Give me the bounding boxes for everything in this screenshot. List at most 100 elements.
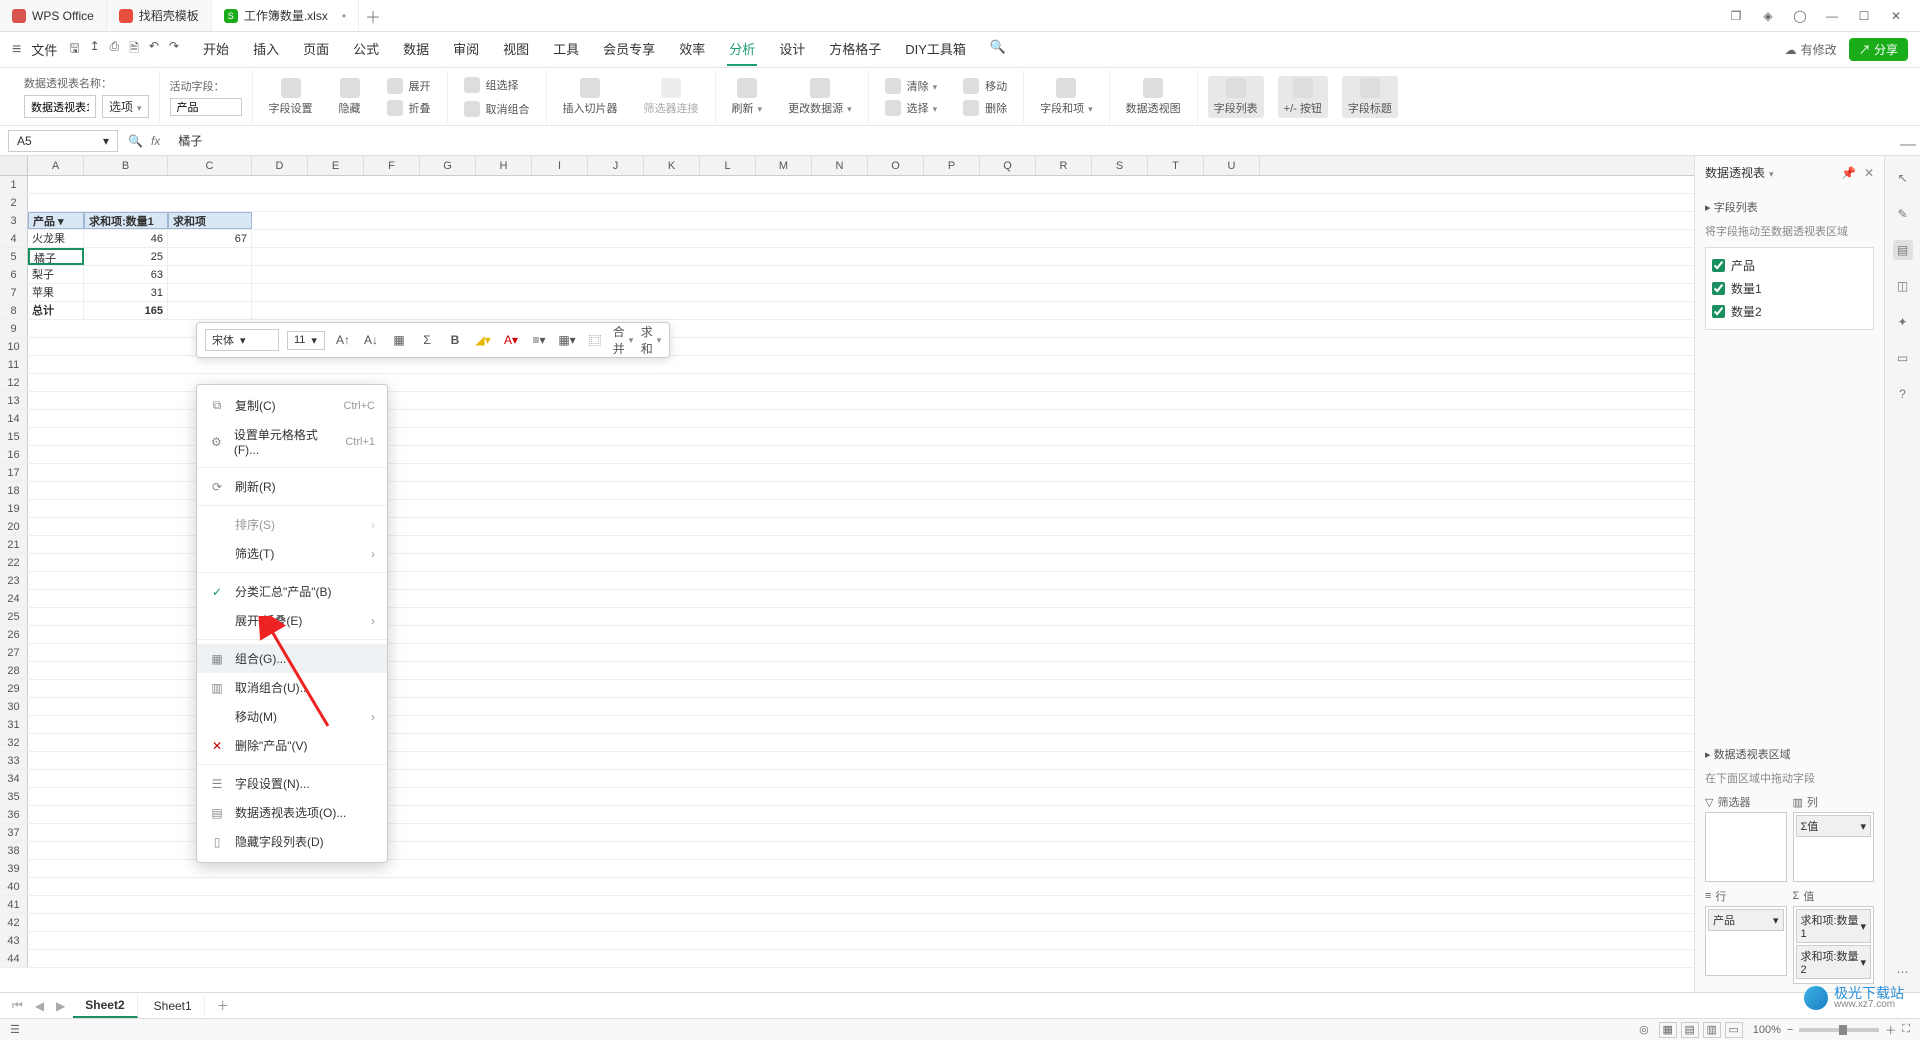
ungroup-button[interactable]: 取消组合 — [458, 99, 536, 119]
more-icon[interactable]: ⋯ — [1893, 962, 1913, 982]
row-40[interactable]: 40 — [0, 878, 28, 895]
col-U[interactable]: U — [1204, 156, 1260, 175]
close-window-button[interactable]: ✕ — [1888, 8, 1904, 24]
cell-C6[interactable] — [168, 266, 252, 283]
row-30[interactable]: 30 — [0, 698, 28, 715]
change-source-button[interactable]: 更改数据源 — [782, 76, 858, 118]
cell-A6[interactable]: 梨子 — [28, 266, 84, 283]
field-qty2[interactable]: 数量2 — [1712, 300, 1867, 323]
row-1[interactable]: 1 — [0, 176, 28, 193]
row-2[interactable]: 2 — [0, 194, 28, 211]
row-18[interactable]: 18 — [0, 482, 28, 499]
field-product[interactable]: 产品 — [1712, 254, 1867, 277]
sheet-tab-sheet2[interactable]: Sheet2 — [73, 994, 137, 1018]
ctx-move[interactable]: 移动(M)› — [197, 702, 387, 731]
pivot-hdr-product[interactable]: 产品 ▾ — [28, 212, 84, 229]
fullscreen-icon[interactable]: ⛶ — [1902, 1023, 1910, 1036]
fx-icon[interactable]: fx — [151, 134, 160, 148]
pivot-hdr-qty1[interactable]: 求和项:数量1 — [84, 212, 168, 229]
row-20[interactable]: 20 — [0, 518, 28, 535]
col-B[interactable]: B — [84, 156, 168, 175]
ctx-subtotal[interactable]: ✓分类汇总"产品"(B) — [197, 577, 387, 606]
delete-button[interactable]: 删除 — [957, 98, 1013, 118]
expand-button[interactable]: 展开 — [381, 76, 437, 96]
pivot-hdr-qty2[interactable]: 求和项 — [168, 212, 252, 229]
sheet-first-icon[interactable]: ⏮ — [8, 998, 27, 1013]
row-14[interactable]: 14 — [0, 410, 28, 427]
zoom-slider[interactable] — [1799, 1028, 1879, 1032]
row-5[interactable]: 5 — [0, 248, 28, 265]
col-O[interactable]: O — [868, 156, 924, 175]
style-icon[interactable]: ✎ — [1893, 204, 1913, 224]
row-17[interactable]: 17 — [0, 464, 28, 481]
tab-view[interactable]: 视图 — [501, 33, 531, 66]
row-39[interactable]: 39 — [0, 860, 28, 877]
cell-A4[interactable]: 火龙果 — [28, 230, 84, 247]
collapse-button[interactable]: 折叠 — [381, 98, 437, 118]
row-8[interactable]: 8 — [0, 302, 28, 319]
ctx-remove[interactable]: ✕删除"产品"(V) — [197, 731, 387, 760]
fill-color-button[interactable]: ◢▾ — [473, 330, 493, 350]
col-A[interactable]: A — [28, 156, 84, 175]
ctx-expand-collapse[interactable]: 展开/折叠(E)› — [197, 606, 387, 635]
help-icon[interactable]: ? — [1893, 384, 1913, 404]
print-preview-icon[interactable]: 🗎 — [129, 39, 139, 60]
tab-insert[interactable]: 插入 — [251, 33, 281, 66]
row-41[interactable]: 41 — [0, 896, 28, 913]
row-area-item-product[interactable]: 产品▾ — [1708, 909, 1784, 931]
row-36[interactable]: 36 — [0, 806, 28, 823]
row-11[interactable]: 11 — [0, 356, 28, 373]
col-P[interactable]: P — [924, 156, 980, 175]
pivot-chart-button[interactable]: 数据透视图 — [1120, 76, 1187, 118]
redo-icon[interactable]: ↷ — [169, 39, 179, 60]
data-icon[interactable]: ◫ — [1893, 276, 1913, 296]
pivot-pane-icon[interactable]: ▤ — [1893, 240, 1913, 260]
row-34[interactable]: 34 — [0, 770, 28, 787]
tab-review[interactable]: 审阅 — [451, 33, 481, 66]
col-R[interactable]: R — [1036, 156, 1092, 175]
undo-icon[interactable]: ↶ — [149, 39, 159, 60]
maximize-button[interactable]: ☐ — [1856, 8, 1872, 24]
row-4[interactable]: 4 — [0, 230, 28, 247]
ctx-group[interactable]: ▦组合(G)... — [197, 644, 387, 673]
ctx-field-settings[interactable]: ☰字段设置(N)... — [197, 769, 387, 798]
row-29[interactable]: 29 — [0, 680, 28, 697]
zoom-in-button[interactable]: ＋ — [1885, 1022, 1896, 1038]
autosum-icon[interactable]: Σ — [417, 330, 437, 350]
cell-reference-box[interactable]: A5▾ — [8, 130, 118, 152]
ctx-filter[interactable]: 筛选(T)› — [197, 539, 387, 568]
row-28[interactable]: 28 — [0, 662, 28, 679]
row-26[interactable]: 26 — [0, 626, 28, 643]
hide-button[interactable]: 隐藏 — [333, 76, 367, 118]
font-family-select[interactable]: 宋体 ▾ — [205, 329, 279, 351]
export-icon[interactable]: ↥ — [90, 39, 100, 60]
column-area-item-sigma[interactable]: Σ值▾ — [1796, 815, 1872, 837]
close-panel-icon[interactable]: ✕ — [1864, 166, 1874, 180]
row-6[interactable]: 6 — [0, 266, 28, 283]
col-L[interactable]: L — [700, 156, 756, 175]
cell-A8-total[interactable]: 总计 — [28, 302, 84, 319]
cell-B7[interactable]: 31 — [84, 284, 168, 301]
row-area[interactable]: 产品▾ — [1705, 906, 1787, 976]
sum-dropdown[interactable]: 求和 — [641, 330, 661, 350]
tab-start[interactable]: 开始 — [201, 33, 231, 66]
cursor-icon[interactable]: ↖ — [1893, 168, 1913, 188]
col-M[interactable]: M — [756, 156, 812, 175]
tab-formula[interactable]: 公式 — [351, 33, 381, 66]
col-E[interactable]: E — [308, 156, 364, 175]
row-12[interactable]: 12 — [0, 374, 28, 391]
options-dropdown[interactable]: 选项 — [102, 95, 149, 118]
ctx-ungroup[interactable]: ▥取消组合(U)... — [197, 673, 387, 702]
tab-page[interactable]: 页面 — [301, 33, 331, 66]
field-headers-toggle[interactable]: 字段标题 — [1342, 76, 1398, 118]
cell-C4[interactable]: 67 — [168, 230, 252, 247]
col-D[interactable]: D — [252, 156, 308, 175]
minimize-button[interactable]: — — [1824, 8, 1840, 24]
row-3[interactable]: 3 — [0, 212, 28, 229]
zoom-out-button[interactable]: − — [1787, 1024, 1793, 1036]
tools-icon[interactable]: ✦ — [1893, 312, 1913, 332]
row-31[interactable]: 31 — [0, 716, 28, 733]
sheet-prev-icon[interactable]: ◀ — [31, 999, 48, 1013]
col-C[interactable]: C — [168, 156, 252, 175]
ctx-hide-field-list[interactable]: ▯隐藏字段列表(D) — [197, 827, 387, 856]
